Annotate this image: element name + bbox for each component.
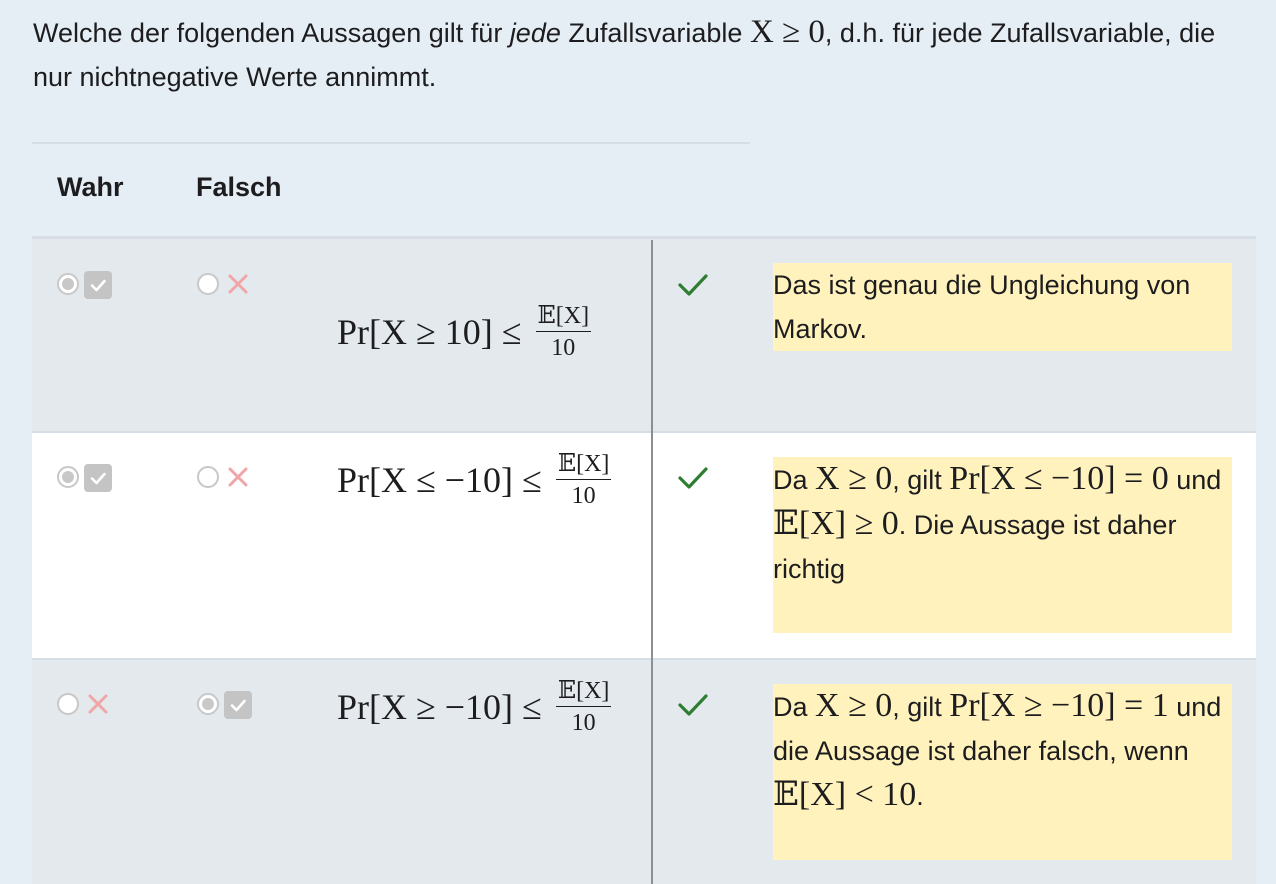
feedback-box: Da X ≥ 0, gilt Pr[X ≤ −10] = 0 und 𝔼[X] … [773, 457, 1232, 633]
radio-wahr-row1[interactable] [57, 273, 79, 295]
statement-formula: Pr[X ≥ −10] ≤ 𝔼[X] 10 [337, 679, 612, 736]
statement-formula: Pr[X ≥ 10] ≤ 𝔼[X] 10 [337, 304, 592, 361]
feedback-text: , gilt [892, 465, 950, 495]
selected-check-icon [84, 464, 112, 492]
table-top-divider [32, 142, 750, 144]
feedback-box: Das ist genau die Ungleichung von Markov… [773, 263, 1232, 351]
cross-icon [228, 274, 248, 294]
formula-fraction: 𝔼[X] 10 [555, 679, 612, 736]
fraction-numerator: 𝔼[X] [535, 304, 592, 332]
feedback-text: . [916, 781, 924, 811]
column-divider [651, 240, 653, 884]
fraction-denominator: 10 [571, 483, 596, 509]
question-math: X ≥ 0 [749, 14, 825, 50]
question-part: Zufallsvariable [560, 18, 750, 48]
radio-falsch-row1[interactable] [197, 273, 219, 295]
fraction-denominator: 10 [551, 335, 576, 361]
formula-fraction: 𝔼[X] 10 [555, 452, 612, 509]
feedback-text: , gilt [892, 692, 950, 722]
question-emphasis: jede [509, 18, 561, 48]
question-text: Welche der folgenden Aussagen gilt für j… [33, 10, 1233, 99]
feedback-math: X ≥ 0 [815, 687, 893, 724]
feedback-math: 𝔼[X] ≥ 0 [773, 505, 899, 542]
cross-icon [228, 467, 248, 487]
correct-check-icon [678, 694, 708, 716]
formula-lhs: Pr[X ≥ 10] ≤ [337, 312, 522, 352]
formula-lhs: Pr[X ≤ −10] ≤ [337, 460, 542, 500]
feedback-text: Das ist genau die Ungleichung von Markov… [773, 270, 1191, 344]
formula-lhs: Pr[X ≥ −10] ≤ [337, 687, 542, 727]
question-part: Welche der folgenden Aussagen gilt für [33, 18, 510, 48]
feedback-box: Da X ≥ 0, gilt Pr[X ≥ −10] = 1 und die A… [773, 684, 1232, 860]
column-header-false: Falsch [196, 172, 282, 202]
feedback-text: Da [773, 692, 816, 722]
cross-icon [88, 694, 108, 714]
feedback-math: X ≥ 0 [815, 460, 893, 497]
statement-formula: Pr[X ≤ −10] ≤ 𝔼[X] 10 [337, 452, 612, 509]
radio-wahr-row2[interactable] [57, 466, 79, 488]
fraction-numerator: 𝔼[X] [555, 679, 612, 707]
fraction-denominator: 10 [571, 710, 596, 736]
radio-falsch-row2[interactable] [197, 466, 219, 488]
correct-check-icon [678, 274, 708, 296]
radio-falsch-row3[interactable] [197, 693, 219, 715]
formula-fraction: 𝔼[X] 10 [535, 304, 592, 361]
feedback-math: 𝔼[X] < 10 [773, 776, 917, 813]
fraction-numerator: 𝔼[X] [555, 452, 612, 480]
column-header-true: Wahr [57, 172, 124, 202]
selected-check-icon [84, 271, 112, 299]
feedback-text: Da [773, 465, 816, 495]
feedback-text: und [1168, 465, 1222, 495]
selected-check-icon [224, 691, 252, 719]
feedback-math: Pr[X ≤ −10] = 0 [949, 460, 1169, 497]
correct-check-icon [678, 467, 708, 489]
radio-wahr-row3[interactable] [57, 693, 79, 715]
feedback-math: Pr[X ≥ −10] = 1 [949, 687, 1169, 724]
